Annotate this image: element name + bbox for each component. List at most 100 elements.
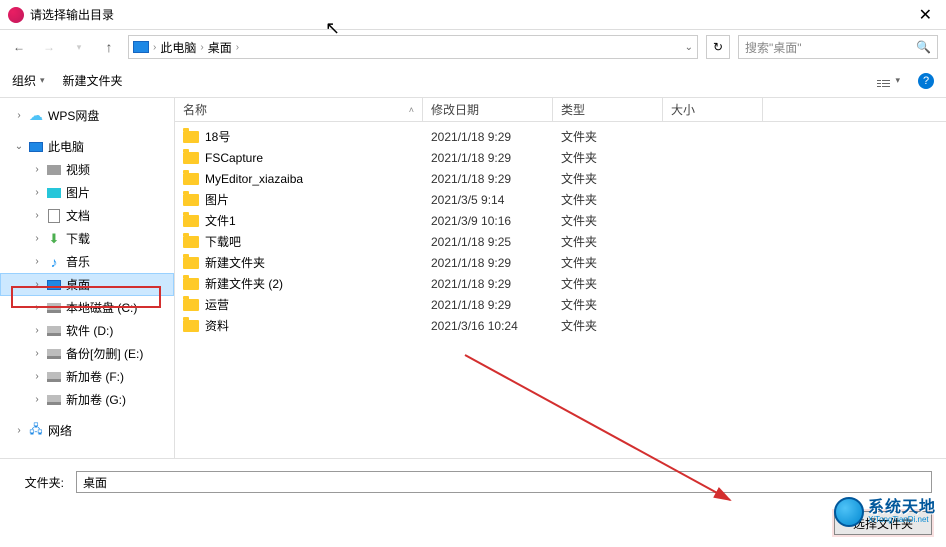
- file-row[interactable]: 运营 2021/1/18 9:29文件夹: [175, 294, 946, 315]
- nav-tree: ›☁WPS网盘 ⌄此电脑 ›视频 ›图片 ›文档 ›⬇下载 ›♪音乐 ›桌面 ›…: [0, 98, 175, 458]
- folder-icon: [183, 194, 199, 206]
- file-type: 文件夹: [553, 149, 663, 166]
- chevron-right-icon: ›: [236, 42, 239, 53]
- footer: 文件夹: 选择文件夹: [0, 458, 946, 547]
- file-date: 2021/3/5 9:14: [423, 193, 553, 207]
- col-name[interactable]: 名称˄: [175, 98, 423, 121]
- col-size[interactable]: 大小: [663, 98, 763, 121]
- close-button[interactable]: ✕: [913, 5, 938, 25]
- column-header: 名称˄ 修改日期 类型 大小: [175, 98, 946, 122]
- file-row[interactable]: FSCapture2021/1/18 9:29文件夹: [175, 147, 946, 168]
- tree-disk-g[interactable]: ›新加卷 (G:): [0, 388, 174, 411]
- folder-icon: [183, 257, 199, 269]
- file-date: 2021/3/16 10:24: [423, 319, 553, 333]
- file-row[interactable]: 新建文件夹 (2)2021/1/18 9:29文件夹: [175, 273, 946, 294]
- file-type: 文件夹: [553, 212, 663, 229]
- tree-disk-d[interactable]: ›软件 (D:): [0, 319, 174, 342]
- file-name: 18号: [205, 128, 230, 145]
- network-icon: 🖧: [28, 423, 44, 439]
- search-input[interactable]: 搜索"桌面" 🔍: [738, 35, 938, 59]
- breadcrumb-dropdown-icon[interactable]: ⌄: [685, 42, 693, 53]
- window-title: 请选择输出目录: [30, 6, 913, 23]
- file-date: 2021/3/9 10:16: [423, 214, 553, 228]
- file-name: 新建文件夹: [205, 254, 265, 271]
- sort-icon: ˄: [409, 105, 414, 115]
- folder-icon: [183, 152, 199, 164]
- folder-icon: [183, 173, 199, 185]
- tree-disk-e[interactable]: ›备份[勿删] (E:): [0, 342, 174, 365]
- tree-desktop[interactable]: ›桌面: [0, 273, 174, 296]
- file-row[interactable]: 下载吧2021/1/18 9:25文件夹: [175, 231, 946, 252]
- refresh-button[interactable]: ↻: [706, 35, 730, 59]
- file-name: MyEditor_xiazaiba: [205, 172, 303, 186]
- app-icon: [8, 7, 24, 23]
- file-type: 文件夹: [553, 191, 663, 208]
- tree-network[interactable]: ›🖧网络: [0, 419, 174, 442]
- file-date: 2021/1/18 9:29: [423, 298, 553, 312]
- toolbar: 组织 新建文件夹 ?: [0, 64, 946, 98]
- tree-pictures[interactable]: ›图片: [0, 181, 174, 204]
- crumb-thispc[interactable]: 此电脑: [160, 39, 196, 56]
- file-row[interactable]: MyEditor_xiazaiba 2021/1/18 9:29文件夹: [175, 168, 946, 189]
- col-type[interactable]: 类型: [553, 98, 663, 121]
- file-type: 文件夹: [553, 275, 663, 292]
- cloud-icon: ☁: [28, 108, 44, 124]
- tree-video[interactable]: ›视频: [0, 158, 174, 181]
- breadcrumb[interactable]: › 此电脑 › 桌面 › ⌄: [128, 35, 698, 59]
- disk-icon: [46, 323, 62, 339]
- downloads-icon: ⬇: [46, 231, 62, 247]
- help-button[interactable]: ?: [918, 73, 934, 89]
- tree-documents[interactable]: ›文档: [0, 204, 174, 227]
- file-row[interactable]: 文件1 2021/3/9 10:16文件夹: [175, 210, 946, 231]
- organize-button[interactable]: 组织: [12, 72, 45, 89]
- file-row[interactable]: 18号2021/1/18 9:29文件夹: [175, 126, 946, 147]
- pc-icon: [28, 139, 44, 155]
- file-row[interactable]: 图片 2021/3/5 9:14文件夹: [175, 189, 946, 210]
- chevron-right-icon: ›: [200, 42, 203, 53]
- file-name: 下载吧: [205, 233, 241, 250]
- music-icon: ♪: [46, 254, 62, 270]
- select-folder-button[interactable]: 选择文件夹: [834, 511, 932, 535]
- crumb-desktop[interactable]: 桌面: [208, 39, 232, 56]
- file-date: 2021/1/18 9:25: [423, 235, 553, 249]
- tree-disk-c[interactable]: ›本地磁盘 (C:): [0, 296, 174, 319]
- file-date: 2021/1/18 9:29: [423, 151, 553, 165]
- forward-button[interactable]: →: [38, 36, 60, 58]
- file-name: 图片: [205, 191, 229, 208]
- navbar: ← → ▾ ↑ › 此电脑 › 桌面 › ⌄ ↻ 搜索"桌面" 🔍: [0, 30, 946, 64]
- search-placeholder: 搜索"桌面": [745, 39, 802, 56]
- search-icon: 🔍: [916, 40, 931, 54]
- tree-thispc[interactable]: ⌄此电脑: [0, 135, 174, 158]
- file-date: 2021/1/18 9:29: [423, 172, 553, 186]
- file-row[interactable]: 新建文件夹2021/1/18 9:29文件夹: [175, 252, 946, 273]
- recent-dropdown[interactable]: ▾: [68, 36, 90, 58]
- file-name: 文件1: [205, 212, 236, 229]
- file-type: 文件夹: [553, 170, 663, 187]
- pictures-icon: [46, 185, 62, 201]
- titlebar: 请选择输出目录 ✕: [0, 0, 946, 30]
- file-name: 运营: [205, 296, 229, 313]
- back-button[interactable]: ←: [8, 36, 30, 58]
- newfolder-button[interactable]: 新建文件夹: [63, 72, 123, 89]
- folder-icon: [183, 131, 199, 143]
- tree-downloads[interactable]: ›⬇下载: [0, 227, 174, 250]
- tree-music[interactable]: ›♪音乐: [0, 250, 174, 273]
- tree-wps[interactable]: ›☁WPS网盘: [0, 104, 174, 127]
- folder-icon: [183, 236, 199, 248]
- tree-disk-f[interactable]: ›新加卷 (F:): [0, 365, 174, 388]
- folder-icon: [183, 215, 199, 227]
- up-button[interactable]: ↑: [98, 36, 120, 58]
- file-type: 文件夹: [553, 296, 663, 313]
- disk-icon: [46, 392, 62, 408]
- file-date: 2021/1/18 9:29: [423, 130, 553, 144]
- file-type: 文件夹: [553, 317, 663, 334]
- col-date[interactable]: 修改日期: [423, 98, 553, 121]
- chevron-right-icon: ›: [153, 42, 156, 53]
- view-button[interactable]: [877, 75, 900, 86]
- folder-icon: [183, 320, 199, 332]
- folder-icon: [183, 278, 199, 290]
- documents-icon: [46, 208, 62, 224]
- file-row[interactable]: 资料2021/3/16 10:24文件夹: [175, 315, 946, 336]
- folder-input[interactable]: [76, 471, 932, 493]
- file-type: 文件夹: [553, 254, 663, 271]
